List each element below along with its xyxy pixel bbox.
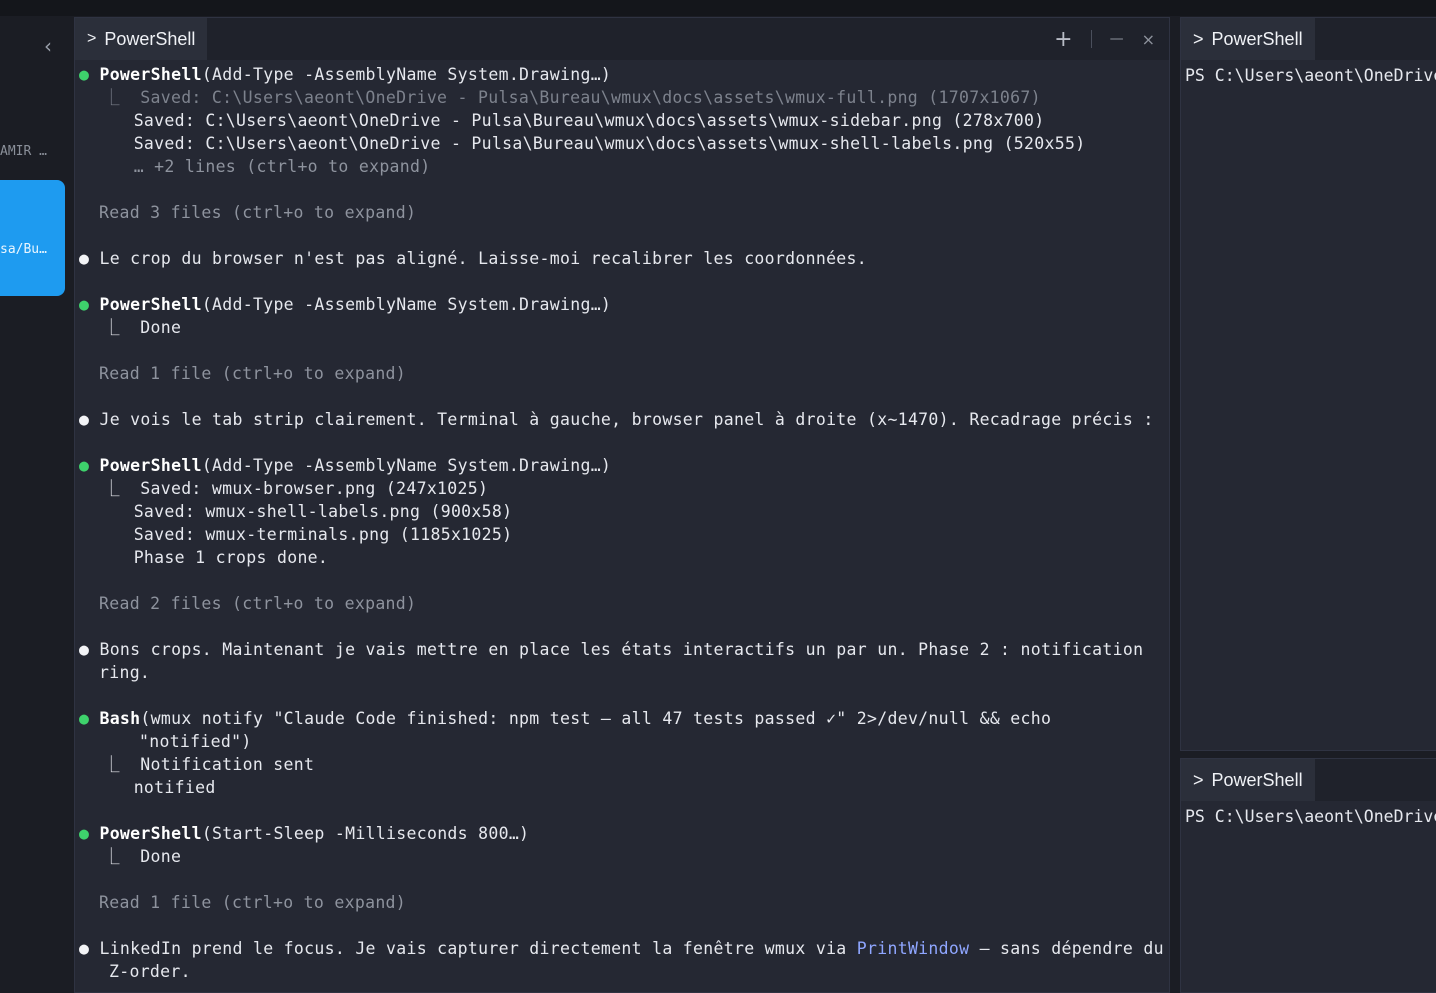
message-text: Bons crops. Maintenant je vais mettre en… (99, 640, 1144, 659)
message-continuation: Z-order. (109, 962, 191, 981)
output-line: Phase 1 crops done. (103, 548, 329, 567)
message-dot-icon: ● (79, 939, 90, 958)
output-line: ⎿ Done (103, 318, 182, 337)
tool-call-line: ● Bash(wmux notify "Claude Code finished… (79, 707, 1051, 730)
read-files-summary[interactable]: Read 1 file (ctrl+o to expand) (99, 891, 406, 914)
tool-name: PowerShell (99, 824, 202, 843)
printwindow-link[interactable]: PrintWindow (857, 939, 970, 958)
minimize-icon[interactable]: — (1110, 31, 1124, 47)
tool-args: (wmux notify "Claude Code finished: npm … (140, 709, 1052, 728)
output-line: Saved: wmux-shell-labels.png (900x58) (103, 502, 513, 521)
message-dot-icon: ● (79, 640, 90, 659)
prompt-chevron-icon: > (1193, 769, 1204, 790)
tool-name: Bash (99, 709, 141, 728)
tool-args: (Add-Type -AssemblyName System.Drawing…) (201, 65, 612, 84)
output-line: Saved: wmux-terminals.png (1185x1025) (103, 525, 513, 544)
tab-powershell-right-top[interactable]: > PowerShell (1181, 18, 1315, 60)
status-dot-icon: ● (79, 456, 90, 475)
pane-split-handle[interactable] (1180, 751, 1436, 758)
output-line: ⎿ Saved: C:\Users\aeont\OneDrive - Pulsa… (103, 86, 1041, 109)
collapse-sidebar-icon[interactable]: ‹ (38, 34, 58, 58)
close-icon[interactable]: × (1142, 30, 1155, 49)
main-terminal-pane[interactable]: > PowerShell + — × ● PowerShell(Add-Type… (74, 17, 1170, 993)
tool-name: PowerShell (99, 456, 202, 475)
output-line: ⎿ Saved: wmux-browser.png (247x1025) (103, 479, 489, 498)
tab-label: PowerShell (1211, 769, 1303, 790)
assistant-message: ● Bons crops. Maintenant je vais mettre … (79, 638, 1143, 661)
shell-prompt: PS C:\Users\aeont\OneDrive (1185, 66, 1436, 85)
message-text: Je vois le tab strip clairement. Termina… (99, 410, 1154, 429)
tool-name: PowerShell (99, 65, 202, 84)
assistant-message: ● Le crop du browser n'est pas aligné. L… (79, 247, 867, 270)
status-dot-icon: ● (79, 709, 90, 728)
message-dot-icon: ● (79, 249, 90, 268)
pane-actions: + — × (1054, 18, 1155, 60)
read-files-summary[interactable]: Read 1 file (ctrl+o to expand) (99, 362, 406, 385)
tool-args-continuation: "notified") (139, 732, 252, 751)
status-dot-icon: ● (79, 295, 90, 314)
status-dot-icon: ● (79, 824, 90, 843)
sidebar: ‹ AMIR … sa/Bu… (0, 16, 72, 993)
output-line: ⎿ Done (103, 847, 182, 866)
workspace-card-path: sa/Bu… (0, 242, 47, 257)
actions-separator (1090, 30, 1092, 48)
output-line: Saved: C:\Users\aeont\OneDrive - Pulsa\B… (103, 111, 1045, 130)
shell-prompt: PS C:\Users\aeont\OneDrive (1185, 807, 1436, 826)
main-tab-bar: > PowerShell + — × (75, 18, 1169, 60)
workspace-group-label: AMIR … (0, 144, 47, 159)
prompt-chevron-icon: > (87, 30, 97, 47)
window-top-bar (0, 0, 1436, 16)
tool-args: (Start-Sleep -Milliseconds 800…) (201, 824, 530, 843)
output-line: Saved: C:\Users\aeont\OneDrive - Pulsa\B… (103, 134, 1086, 153)
status-dot-icon: ● (79, 65, 90, 84)
message-text: Le crop du browser n'est pas aligné. Lai… (99, 249, 868, 268)
assistant-message: ● LinkedIn prend le focus. Je vais captu… (79, 937, 1164, 960)
output-line: notified (103, 778, 216, 797)
right-top-terminal-pane[interactable]: > PowerShell PS C:\Users\aeont\OneDrive (1180, 17, 1436, 751)
tab-powershell-right-bottom[interactable]: > PowerShell (1181, 759, 1315, 801)
workspace-card-active[interactable]: sa/Bu… (0, 180, 65, 296)
tool-call-line: ● PowerShell(Add-Type -AssemblyName Syst… (79, 454, 611, 477)
tool-name: PowerShell (99, 295, 202, 314)
tool-call-line: ● PowerShell(Add-Type -AssemblyName Syst… (79, 63, 611, 86)
prompt-chevron-icon: > (1193, 28, 1204, 49)
message-text: LinkedIn prend le focus. Je vais capture… (99, 939, 857, 958)
tab-label: PowerShell (1211, 28, 1303, 49)
tab-powershell-main[interactable]: > PowerShell (75, 18, 208, 60)
tool-call-line: ● PowerShell(Add-Type -AssemblyName Syst… (79, 293, 611, 316)
right-bottom-terminal-pane[interactable]: > PowerShell PS C:\Users\aeont\OneDrive (1180, 758, 1436, 993)
message-dot-icon: ● (79, 410, 90, 429)
message-text: — sans dépendre du (969, 939, 1164, 958)
tool-args: (Add-Type -AssemblyName System.Drawing…) (201, 295, 612, 314)
tab-label: PowerShell (104, 28, 196, 49)
assistant-message: ● Je vois le tab strip clairement. Termi… (79, 408, 1154, 431)
read-files-summary[interactable]: Read 2 files (ctrl+o to expand) (99, 592, 416, 615)
tool-call-line: ● PowerShell(Start-Sleep -Milliseconds 8… (79, 822, 529, 845)
output-text: ⎿ Saved: C:\Users\aeont\OneDrive - Pulsa… (103, 88, 1041, 107)
read-files-summary[interactable]: Read 3 files (ctrl+o to expand) (99, 201, 416, 224)
message-continuation: ring. (99, 663, 151, 682)
output-line: ⎿ Notification sent (103, 755, 315, 774)
tool-args: (Add-Type -AssemblyName System.Drawing…) (201, 456, 612, 475)
new-tab-icon[interactable]: + (1054, 27, 1072, 52)
expand-hint[interactable]: … +2 lines (ctrl+o to expand) (103, 155, 430, 178)
